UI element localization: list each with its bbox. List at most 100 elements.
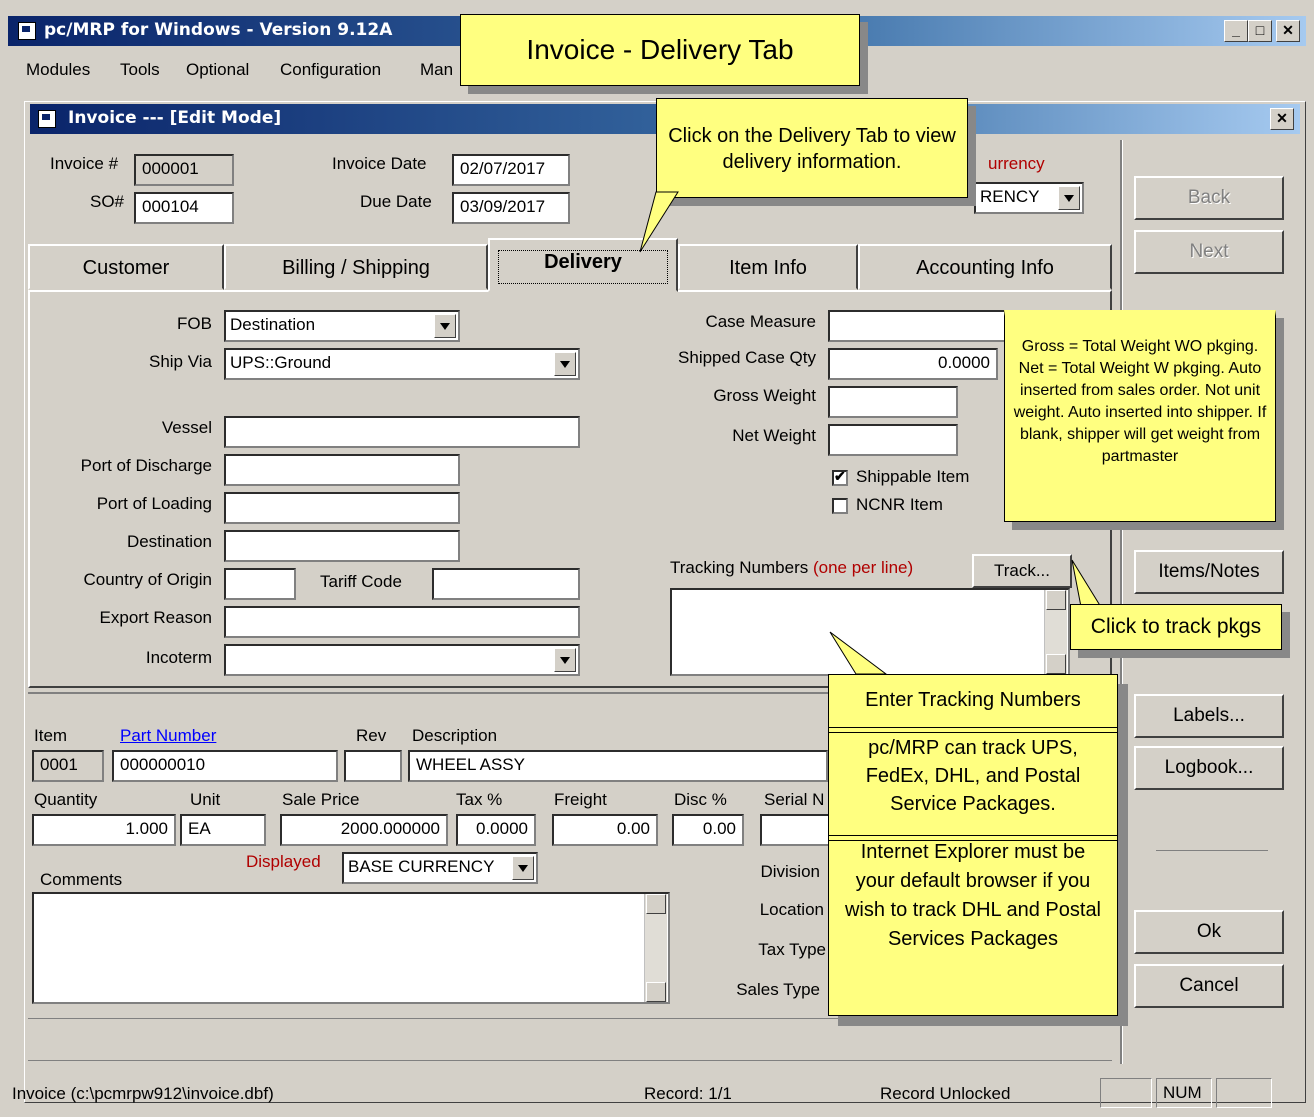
status-file: Invoice (c:\pcmrpw912\invoice.dbf)	[12, 1084, 274, 1103]
disc-percent-field[interactable]: 0.00	[672, 814, 744, 846]
sale-price-field[interactable]: 2000.000000	[280, 814, 448, 846]
scroll-up-icon[interactable]	[646, 894, 666, 914]
due-date-field[interactable]: 03/09/2017	[452, 192, 570, 224]
displayed-label: Displayed	[246, 852, 321, 871]
chevron-down-icon[interactable]	[1058, 186, 1080, 210]
port-loading-label: Port of Loading	[96, 494, 212, 513]
unit-field[interactable]: EA	[180, 814, 266, 846]
export-reason-field[interactable]	[224, 606, 580, 638]
description-field[interactable]: WHEEL ASSY	[408, 750, 828, 782]
case-measure-field[interactable]	[828, 310, 1008, 342]
bottom-separator	[28, 1018, 1112, 1019]
minimize-icon[interactable]: _	[1224, 20, 1248, 42]
country-origin-label: Country of Origin	[83, 570, 213, 589]
menu-manufacturing[interactable]: Man	[420, 60, 453, 80]
net-weight-label: Net Weight	[732, 426, 816, 445]
port-discharge-label: Port of Discharge	[80, 456, 212, 475]
ncnr-checkbox[interactable]	[832, 498, 848, 514]
displayed-currency-dropdown[interactable]: BASE CURRENCY	[342, 852, 538, 884]
track-button[interactable]: Track...	[972, 554, 1072, 588]
tracking-callout-pointer	[829, 631, 888, 675]
destination-field[interactable]	[224, 530, 460, 562]
comments-textarea[interactable]	[32, 892, 670, 1004]
chevron-down-icon[interactable]	[554, 352, 576, 376]
back-button[interactable]: Back	[1134, 176, 1284, 220]
invoice-date-field[interactable]: 02/07/2017	[452, 154, 570, 186]
ok-button[interactable]: Ok	[1134, 910, 1284, 954]
incoterm-dropdown[interactable]	[224, 644, 580, 676]
shipped-case-qty-field[interactable]: 0.0000	[828, 348, 998, 380]
freight-field[interactable]: 0.00	[552, 814, 658, 846]
invoice-icon	[38, 110, 56, 128]
tracking-scrollbar[interactable]	[1044, 590, 1067, 674]
invoice-number-field: 000001	[134, 154, 234, 186]
close-icon[interactable]: ✕	[1270, 108, 1294, 130]
port-loading-field[interactable]	[224, 492, 460, 524]
scroll-down-icon[interactable]	[646, 982, 666, 1002]
labels-button[interactable]: Labels...	[1134, 694, 1284, 738]
fob-dropdown[interactable]: Destination	[224, 310, 460, 342]
chevron-down-icon[interactable]	[554, 648, 576, 672]
gross-weight-field[interactable]	[828, 386, 958, 418]
checkmark-icon: ✔	[834, 468, 846, 484]
tariff-code-field[interactable]	[432, 568, 580, 600]
serial-number-field[interactable]	[760, 814, 830, 846]
currency-dropdown[interactable]: RENCY	[974, 182, 1084, 214]
weight-callout: Gross = Total Weight WO pkging. Net = To…	[1004, 310, 1276, 522]
port-discharge-field[interactable]	[224, 454, 460, 486]
scroll-down-icon[interactable]	[1046, 654, 1066, 674]
rev-field[interactable]	[344, 750, 402, 782]
description-label: Description	[412, 726, 498, 745]
app-icon	[18, 22, 36, 40]
maximize-icon[interactable]: □	[1248, 20, 1272, 42]
quantity-field[interactable]: 1.000	[32, 814, 176, 846]
incoterm-label: Incoterm	[145, 648, 212, 667]
items-notes-button[interactable]: Items/Notes	[1134, 550, 1284, 594]
invoice-date-label: Invoice Date	[332, 154, 427, 173]
tax-percent-field[interactable]: 0.0000	[456, 814, 536, 846]
menu-modules[interactable]: Modules	[26, 60, 90, 80]
close-icon[interactable]: ✕	[1276, 20, 1300, 42]
tab-billing-shipping[interactable]: Billing / Shipping	[224, 244, 488, 290]
fob-value: Destination	[230, 315, 316, 334]
status-bar: Invoice (c:\pcmrpw912\invoice.dbf) Recor…	[8, 1074, 1306, 1110]
tab-customer[interactable]: Customer	[28, 244, 224, 290]
menu-tools[interactable]: Tools	[120, 60, 160, 80]
division-label: Division	[760, 862, 820, 881]
track-pkgs-callout: Click to track pkgs	[1070, 604, 1282, 650]
chevron-down-icon[interactable]	[512, 856, 534, 880]
menu-configuration[interactable]: Configuration	[280, 60, 381, 80]
export-reason-label: Export Reason	[99, 608, 212, 627]
side-divider	[1156, 850, 1268, 851]
bottom-separator-2	[28, 1060, 1112, 1061]
chevron-down-icon[interactable]	[434, 314, 456, 338]
comments-scrollbar[interactable]	[644, 894, 667, 1002]
tab-accounting-info[interactable]: Accounting Info	[858, 244, 1112, 290]
gross-weight-label: Gross Weight	[713, 386, 816, 405]
shippable-checkbox[interactable]: ✔	[832, 468, 848, 486]
so-number-field[interactable]: 000104	[134, 192, 234, 224]
invoice-number-label: Invoice #	[50, 154, 119, 173]
net-weight-field[interactable]	[828, 424, 958, 456]
country-origin-field[interactable]	[224, 568, 296, 600]
side-separator	[1120, 140, 1123, 1064]
status-record: Record: 1/1	[644, 1084, 732, 1103]
destination-label: Destination	[126, 532, 212, 551]
part-number-link[interactable]: Part Number	[120, 726, 216, 746]
enter-tracking-note: Enter Tracking Numbers	[865, 689, 1081, 711]
tracking-info-callout: Enter Tracking Numbers pc/MRP can track …	[828, 674, 1118, 1016]
fob-label: FOB	[177, 314, 212, 333]
item-label: Item	[34, 726, 68, 745]
scroll-up-icon[interactable]	[1046, 590, 1066, 610]
menu-optional[interactable]: Optional	[186, 60, 249, 80]
part-number-field[interactable]: 000000010	[112, 750, 338, 782]
app-title: pc/MRP for Windows - Version 9.12A	[44, 20, 393, 40]
cancel-button[interactable]: Cancel	[1134, 964, 1284, 1008]
logbook-button[interactable]: Logbook...	[1134, 746, 1284, 790]
vessel-field[interactable]	[224, 416, 580, 448]
tracking-label: Tracking Numbers (one per line)	[670, 558, 913, 578]
next-button[interactable]: Next	[1134, 230, 1284, 274]
disc-percent-label: Disc %	[674, 790, 727, 809]
ship-via-dropdown[interactable]: UPS::Ground	[224, 348, 580, 380]
currency-value: RENCY	[980, 187, 1040, 206]
